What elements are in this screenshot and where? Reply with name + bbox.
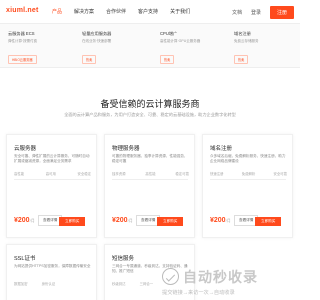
card-price: ¥200/月 bbox=[112, 217, 133, 224]
card-feature: 三网合一 bbox=[139, 282, 154, 286]
dropdown-item-title: 云服务器 ECS bbox=[8, 31, 35, 36]
top-navbar: xiuml.net 产品 解决方案 合作伙伴 客户支持 关于我们 文档 登录 注… bbox=[0, 0, 300, 24]
card-price: ¥200/月 bbox=[210, 217, 231, 224]
card-description: 可靠的物理服务器，独享计算资源，性能强劲，稳定可靠 bbox=[112, 154, 188, 163]
card-feature: 数据加密 bbox=[14, 282, 28, 286]
card-feature: 身份认证 bbox=[41, 282, 56, 286]
card-title: 云服务器 bbox=[14, 146, 37, 152]
dropdown-item[interactable]: 域名注册 免费云存储服务 热卖 bbox=[234, 31, 296, 66]
buy-now-button[interactable]: 立即购买 bbox=[157, 217, 184, 226]
site-logo[interactable]: xiuml.net bbox=[6, 7, 39, 14]
card-description: 为网站提供HTTPS加密服务，保障数据传输安全 bbox=[14, 264, 91, 268]
section-subtitle: 全面的云计算产品和服务，为用户打造安全、可靠、稳定的云基础设施，助力企业数字化转… bbox=[64, 112, 236, 117]
card-title: 域名注册 bbox=[210, 146, 233, 152]
product-card-domain[interactable]: 域名注册 众多域名后缀，免费解析服务，快速注册，助力企业网络品牌建设 快速注册 … bbox=[202, 134, 293, 238]
watermark: 自动秒收录 提交链接→来访一次→自动收录 bbox=[162, 266, 296, 296]
watermark-subtitle: 提交链接→来访一次→自动收录 bbox=[162, 290, 235, 296]
price-unit: /月 bbox=[127, 218, 133, 223]
card-feature: 高性能 bbox=[145, 172, 156, 176]
card-feature: 稳定可靠 bbox=[175, 172, 189, 176]
dropdown-item-desc: 免费云存储服务 bbox=[234, 39, 259, 43]
login-link[interactable]: 登录 bbox=[251, 9, 261, 16]
card-features: 快速注册 免费解析 安全可靠 bbox=[210, 171, 287, 176]
card-feature: 免费解析 bbox=[241, 172, 256, 176]
nav-item-solutions[interactable]: 解决方案 bbox=[74, 8, 94, 15]
nav-item-partners[interactable]: 合作伙伴 bbox=[106, 8, 126, 15]
price-unit: /月 bbox=[225, 218, 231, 223]
card-feature: 高可用 bbox=[45, 172, 56, 176]
dropdown-item[interactable]: 云服务器 ECS 弹性计算·按需付费 HBIO云服务器 bbox=[8, 31, 70, 66]
dropdown-item-tag: 热卖 bbox=[234, 55, 249, 64]
card-features: 高性能 高可用 安全稳定 bbox=[14, 171, 91, 176]
card-title: 短信服务 bbox=[112, 256, 135, 262]
card-feature: 快速注册 bbox=[210, 172, 224, 176]
price-unit: /月 bbox=[29, 218, 35, 223]
dropdown-item[interactable]: 轻量应用服务器 在线业务·快速部署 热卖 bbox=[82, 31, 144, 66]
dropdown-item-desc: 弹性计算·按需付费 bbox=[8, 39, 38, 43]
buy-now-button[interactable]: 立即购买 bbox=[255, 217, 282, 226]
card-description: 众多域名后缀，免费解析服务，快速注册，助力企业网络品牌建设 bbox=[210, 154, 286, 163]
products-dropdown: 云服务器 ECS 弹性计算·按需付费 HBIO云服务器 轻量应用服务器 在线业务… bbox=[0, 24, 300, 68]
nav-item-products[interactable]: 产品 bbox=[52, 8, 62, 15]
card-features: 数据加密 身份认证 bbox=[14, 281, 91, 286]
dropdown-item-desc: 在线业务·快速部署 bbox=[82, 39, 112, 43]
product-card-ssl[interactable]: SSL证书 为网站提供HTTPS加密服务，保障数据传输安全 数据加密 身份认证 bbox=[6, 244, 97, 300]
buy-now-button[interactable]: 立即购买 bbox=[59, 217, 86, 226]
dropdown-item-title: CPU增广 bbox=[160, 31, 178, 36]
card-title: 物理服务器 bbox=[112, 146, 140, 152]
divider bbox=[14, 179, 90, 180]
product-card-physical-server[interactable]: 物理服务器 可靠的物理服务器，独享计算资源，性能强劲，稳定可靠 独享资源 高性能… bbox=[104, 134, 195, 238]
dropdown-item-tag: 热卖 bbox=[160, 55, 175, 64]
card-feature: 高性能 bbox=[14, 172, 25, 176]
price-value: ¥200 bbox=[112, 217, 128, 224]
card-features: 独享资源 高性能 稳定可靠 bbox=[112, 171, 189, 176]
dropdown-item-title: 轻量应用服务器 bbox=[82, 31, 112, 36]
header-actions: 文档 登录 注册 bbox=[232, 6, 294, 19]
dropdown-item-title: 域名注册 bbox=[234, 31, 251, 36]
docs-link[interactable]: 文档 bbox=[232, 9, 242, 16]
card-title: SSL证书 bbox=[14, 256, 36, 262]
watermark-title: 自动秒收录 bbox=[183, 269, 258, 285]
price-value: ¥200 bbox=[210, 217, 226, 224]
check-circle-icon bbox=[162, 268, 179, 285]
nav-item-about[interactable]: 关于我们 bbox=[170, 8, 190, 15]
card-feature: 安全稳定 bbox=[77, 172, 91, 176]
register-button[interactable]: 注册 bbox=[269, 6, 294, 19]
section-title: 备受信赖的云计算服务商 bbox=[100, 99, 200, 109]
dropdown-item[interactable]: CPU增广 高性能计算·GPU云服务器 热卖 bbox=[160, 31, 222, 66]
dropdown-item-tag: 热卖 bbox=[82, 55, 97, 64]
card-feature: 安全可靠 bbox=[273, 172, 287, 176]
dropdown-item-desc: 高性能计算·GPU云服务器 bbox=[160, 39, 201, 43]
card-feature: 独享资源 bbox=[112, 172, 126, 176]
product-card-cloud-server[interactable]: 云服务器 安全可靠、弹性扩展的云计算服务，可随时自动扩展或缩减资源，全面满足业务… bbox=[6, 134, 97, 238]
dropdown-item-tag: HBIO云服务器 bbox=[8, 55, 37, 64]
divider bbox=[210, 179, 286, 180]
main-nav: 产品 解决方案 合作伙伴 客户支持 关于我们 bbox=[52, 8, 190, 15]
divider bbox=[112, 179, 188, 180]
card-description: 安全可靠、弹性扩展的云计算服务，可随时自动扩展或缩减资源，全面满足业务需求 bbox=[14, 154, 90, 163]
nav-item-support[interactable]: 客户支持 bbox=[138, 8, 158, 15]
card-feature: 秒级到达 bbox=[112, 282, 126, 286]
card-price: ¥200/月 bbox=[14, 217, 35, 224]
price-value: ¥200 bbox=[14, 217, 30, 224]
